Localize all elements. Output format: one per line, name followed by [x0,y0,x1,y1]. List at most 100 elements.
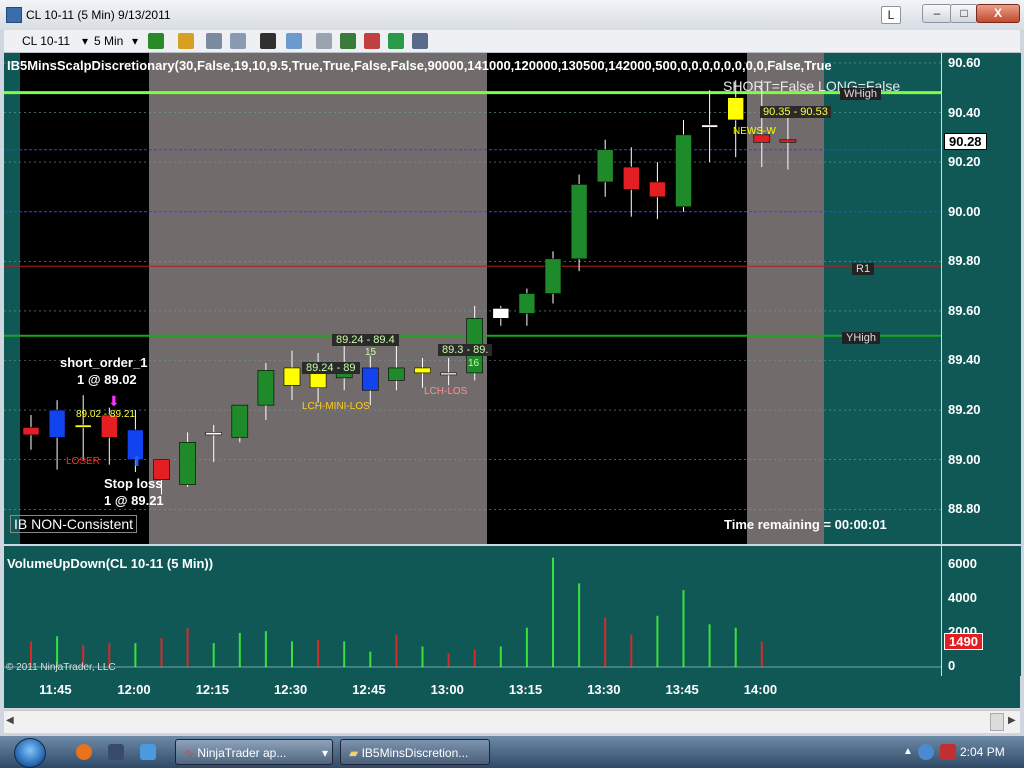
range-count-2: 16 [468,358,480,369]
candle-body [283,367,301,386]
candle-body [257,370,275,406]
interval-selector[interactable]: 5 Min [94,34,123,48]
instrument-selector[interactable]: CL 10-11 [22,34,70,48]
time-remaining-label: Time remaining = 00:00:01 [724,517,887,532]
candle-body [544,258,562,294]
network-icon[interactable] [918,744,934,760]
pin-icon[interactable] [206,33,222,49]
candle-body [231,404,249,438]
line-icon[interactable] [230,33,246,49]
instrument-dropdown-icon[interactable]: ▾ [82,34,88,48]
candle-body [22,427,40,436]
tray-expand-icon[interactable]: ▲ [903,746,913,757]
time-tick: 14:00 [743,682,778,697]
indicator-title: IB5MinsScalpDiscretionary(30,False,19,10… [7,58,832,73]
system-clock: 2:04 PM [960,745,1005,759]
candle-body [649,181,666,198]
price-tick: 90.00 [948,203,981,219]
candle-body [205,432,222,436]
candle-body [361,367,379,391]
minimize-button[interactable]: – [922,4,952,23]
volume-axis[interactable]: 6000 4000 2000 0 1490 [941,546,1021,676]
scroll-thumb[interactable] [990,713,1004,731]
time-axis[interactable]: 11:45 12:00 12:15 12:30 12:45 13:00 13:15 13:30… [4,676,1020,708]
taskbar-item-folder[interactable]: ▰ IB5MinsDiscretion... [340,739,490,765]
range-label-3: 89.24 - 89 [302,362,360,374]
price-tick: 89.60 [948,302,981,318]
start-button[interactable] [14,738,46,768]
drawing-pencil-icon[interactable] [178,33,194,49]
candle-body [570,184,588,260]
volume-tick: 0 [948,658,956,673]
whigh-label: WHigh [840,88,882,100]
news-range-label: 90.35 - 90.53 [760,106,831,118]
dollar-icon[interactable] [388,33,404,49]
price-tick: 88.80 [948,501,981,517]
time-tick: 12:45 [352,682,386,697]
time-tick: 12:15 [195,682,229,697]
chart-trader-icon[interactable] [364,33,380,49]
strategy-icon[interactable] [340,33,356,49]
candle-body [727,97,745,121]
candle-body [518,293,536,314]
crosshair-icon[interactable] [260,33,276,49]
interval-dropdown-icon[interactable]: ▾ [132,34,138,48]
time-tick: 12:30 [274,682,308,697]
price-tick: 90.60 [948,54,981,70]
range-label-2: 89.3 - 89. [438,344,493,356]
explorer-icon[interactable] [140,744,156,760]
r1-label: R1 [852,263,875,275]
price-chart-panel[interactable]: IB5MinsScalpDiscretionary(30,False,19,10… [4,53,941,544]
horizontal-scrollbar[interactable]: ◀ ▶ [4,710,1020,733]
time-tick: 13:00 [430,682,464,697]
copyright-label: © 2011 NinjaTrader, LLC [6,662,116,673]
firefox-icon[interactable] [76,744,92,760]
scroll-right-icon[interactable]: ▶ [1008,715,1016,726]
maximize-button[interactable]: □ [950,4,978,23]
terminal-icon[interactable] [108,744,124,760]
close-button[interactable]: X [976,4,1020,23]
taskbar-item-ninjatrader[interactable]: ∿ NinjaTrader ap... ▾ [175,739,333,765]
bar-type-icon[interactable] [148,33,164,49]
candle-body [622,166,640,190]
time-tick: 13:30 [587,682,621,697]
loser-label: LOSER [66,456,100,467]
scroll-left-icon[interactable]: ◀ [6,715,14,726]
candle-body [675,134,692,208]
price-tick: 89.40 [948,352,981,368]
candle-body [48,409,66,438]
mini-range-label: 89.02 - 89.21 [76,409,135,420]
volume-panel[interactable]: VolumeUpDown(CL 10-11 (5 Min)) © 2011 Ni… [4,546,941,676]
stop-loss-label: Stop loss [104,476,163,491]
short-arrow-icon: ⬇ [108,393,120,409]
candle-body [74,424,92,428]
chart-toolbar: CL 10-11 ▾ 5 Min ▾ [4,30,1020,53]
security-icon[interactable] [940,744,956,760]
stop-arrow-icon: ⬆ [131,453,143,469]
candle-body [492,308,510,319]
volume-tick: 6000 [948,556,977,571]
time-tick: 11:45 [39,682,72,697]
chart-app-icon [6,7,22,23]
time-tick: 13:15 [508,682,543,697]
range-count-1: 15 [365,347,377,358]
template-icon[interactable] [412,33,428,49]
range-label-1: 89.24 - 89.4 [332,334,399,346]
short-order-label: short_order_1 [60,355,148,370]
time-tick: 12:00 [117,682,151,697]
candle-body [779,139,797,143]
properties-icon[interactable] [316,33,332,49]
price-tick: 90.20 [948,154,981,170]
zoom-icon[interactable] [286,33,302,49]
folder-icon: ▰ [349,746,359,760]
candle-body [701,124,718,128]
link-button[interactable]: L [881,6,901,24]
stop-loss-qty: 1 @ 89.21 [104,493,164,508]
ib-status-label: IB NON-Consistent [10,515,138,533]
volume-tick: 4000 [948,590,977,605]
price-tick: 90.40 [948,104,981,120]
taskbar-dropdown-icon[interactable]: ▾ [322,740,328,766]
short-order-qty: 1 @ 89.02 [77,372,137,387]
price-plot [4,62,941,510]
price-axis[interactable]: 90.60 90.40 90.20 90.00 89.80 89.60 89.40 89.20… [941,53,1021,544]
